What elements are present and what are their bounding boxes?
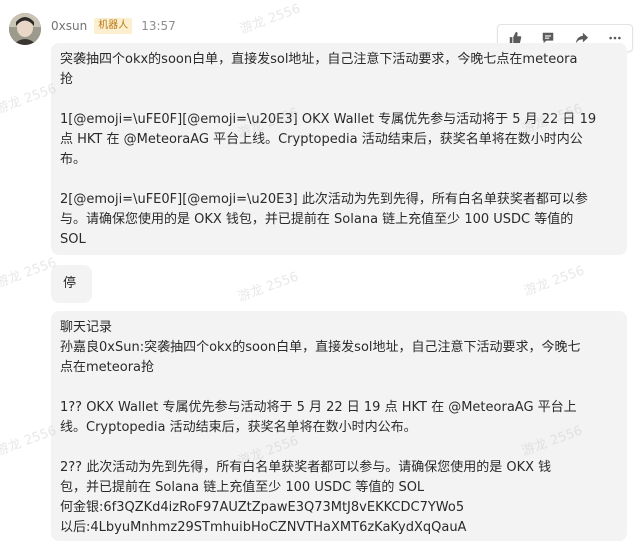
message-bubble-stop[interactable]: 停 [51,265,92,303]
avatar-image [9,13,41,45]
chat-history-card[interactable]: 聊天记录 孙嘉良0xSun:突袭抽四个okx的soon白单，直接发sol地址，自… [51,311,627,541]
watermark: 游龙 2556 [236,269,301,306]
bot-badge: 机器人 [94,18,133,34]
bubble1-line: 与。请确保您使用的是 OKX 钱包，并已提前在 Solana 链上充值至少 10… [60,212,574,227]
bubble1-line: 点 HKT 在 @MeteoraAG 平台上线。Cryptopedia 活动结束… [60,132,583,147]
chat-history-line: 以后:4LbyuMnhmz29STmhuibHoCZNVTHaXMT6zKaKy… [60,520,467,535]
bubble1-line: 突袭抽四个okx的soon白单，直接发sol地址，自己注意下活动要求，今晚七点在… [60,52,578,67]
chat-history-line: 2?? 此次活动为先到先得，所有白名单获奖者都可以参与。请确保您使用的是 OKX… [60,460,552,475]
message-bubble-announcement[interactable]: 突袭抽四个okx的soon白单，直接发sol地址，自己注意下活动要求，今晚七点在… [51,43,627,255]
bubble1-line: 抢 [60,72,74,87]
bubble1-line: 布。 [60,152,87,167]
chat-history-line: 孙嘉良0xSun:突袭抽四个okx的soon白单，直接发sol地址，自己注意下活… [60,340,581,355]
chat-history-title: 聊天记录 [60,320,113,335]
chat-history-line: 何金银:6f3QZKd4izRoF97AUZtZpawE3Q73MtJ8vEKK… [60,500,465,515]
chat-history-line: 点在meteora抢 [60,360,155,375]
bubble1-line: SOL [60,232,86,247]
sender-name[interactable]: 0xsun [51,19,87,33]
watermark: 游龙 2556 [238,1,303,38]
chat-history-line: 1?? OKX Wallet 专属优先参与活动将于 5 月 22 日 19 点 … [60,400,577,415]
message-header: 0xsun 机器人 13:57 [51,16,176,36]
bubble2-text: 停 [63,276,77,291]
chat-history-line: 包，并已提前在 Solana 链上充值至少 100 USDC 等值的 SOL [60,480,425,495]
watermark: 游龙 2556 [0,81,59,118]
avatar[interactable] [9,13,41,45]
bubble1-line: 2[@emoji=\uFE0F][@emoji=\u20E3] 此次活动为先到先… [60,192,588,207]
watermark: 游龙 2556 [522,263,587,300]
watermark: 游龙 2556 [0,423,59,460]
watermark: 游龙 2556 [0,255,59,292]
chat-history-line: 线。Cryptopedia 活动结束后，获奖名单将在数小时内公布。 [60,420,417,435]
bubble1-line: 1[@emoji=\uFE0F][@emoji=\u20E3] OKX Wall… [60,112,597,127]
message-time: 13:57 [141,19,176,33]
